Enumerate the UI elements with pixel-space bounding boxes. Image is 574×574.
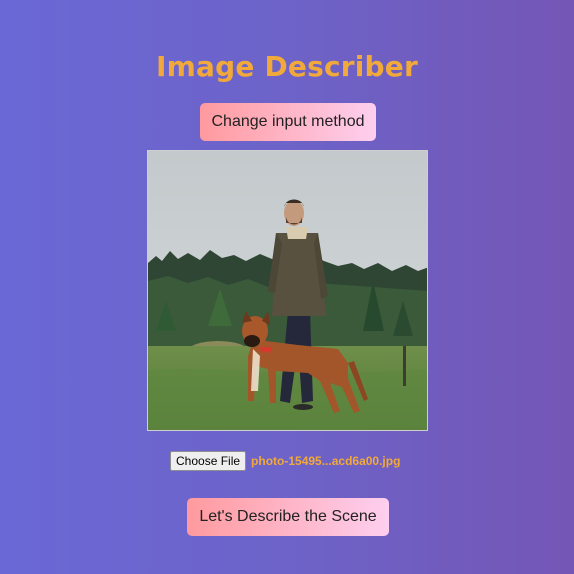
- describe-scene-button[interactable]: Let's Describe the Scene: [187, 498, 389, 536]
- selected-file-name: photo-15495...acd6a00.jpg: [251, 453, 401, 468]
- file-input[interactable]: Choose File photo-15495...acd6a00.jpg: [170, 450, 401, 471]
- page-title: Image Describer: [155, 50, 418, 83]
- image-preview: [147, 150, 428, 431]
- choose-file-button[interactable]: Choose File: [170, 450, 247, 471]
- change-input-method-button[interactable]: Change input method: [200, 103, 376, 141]
